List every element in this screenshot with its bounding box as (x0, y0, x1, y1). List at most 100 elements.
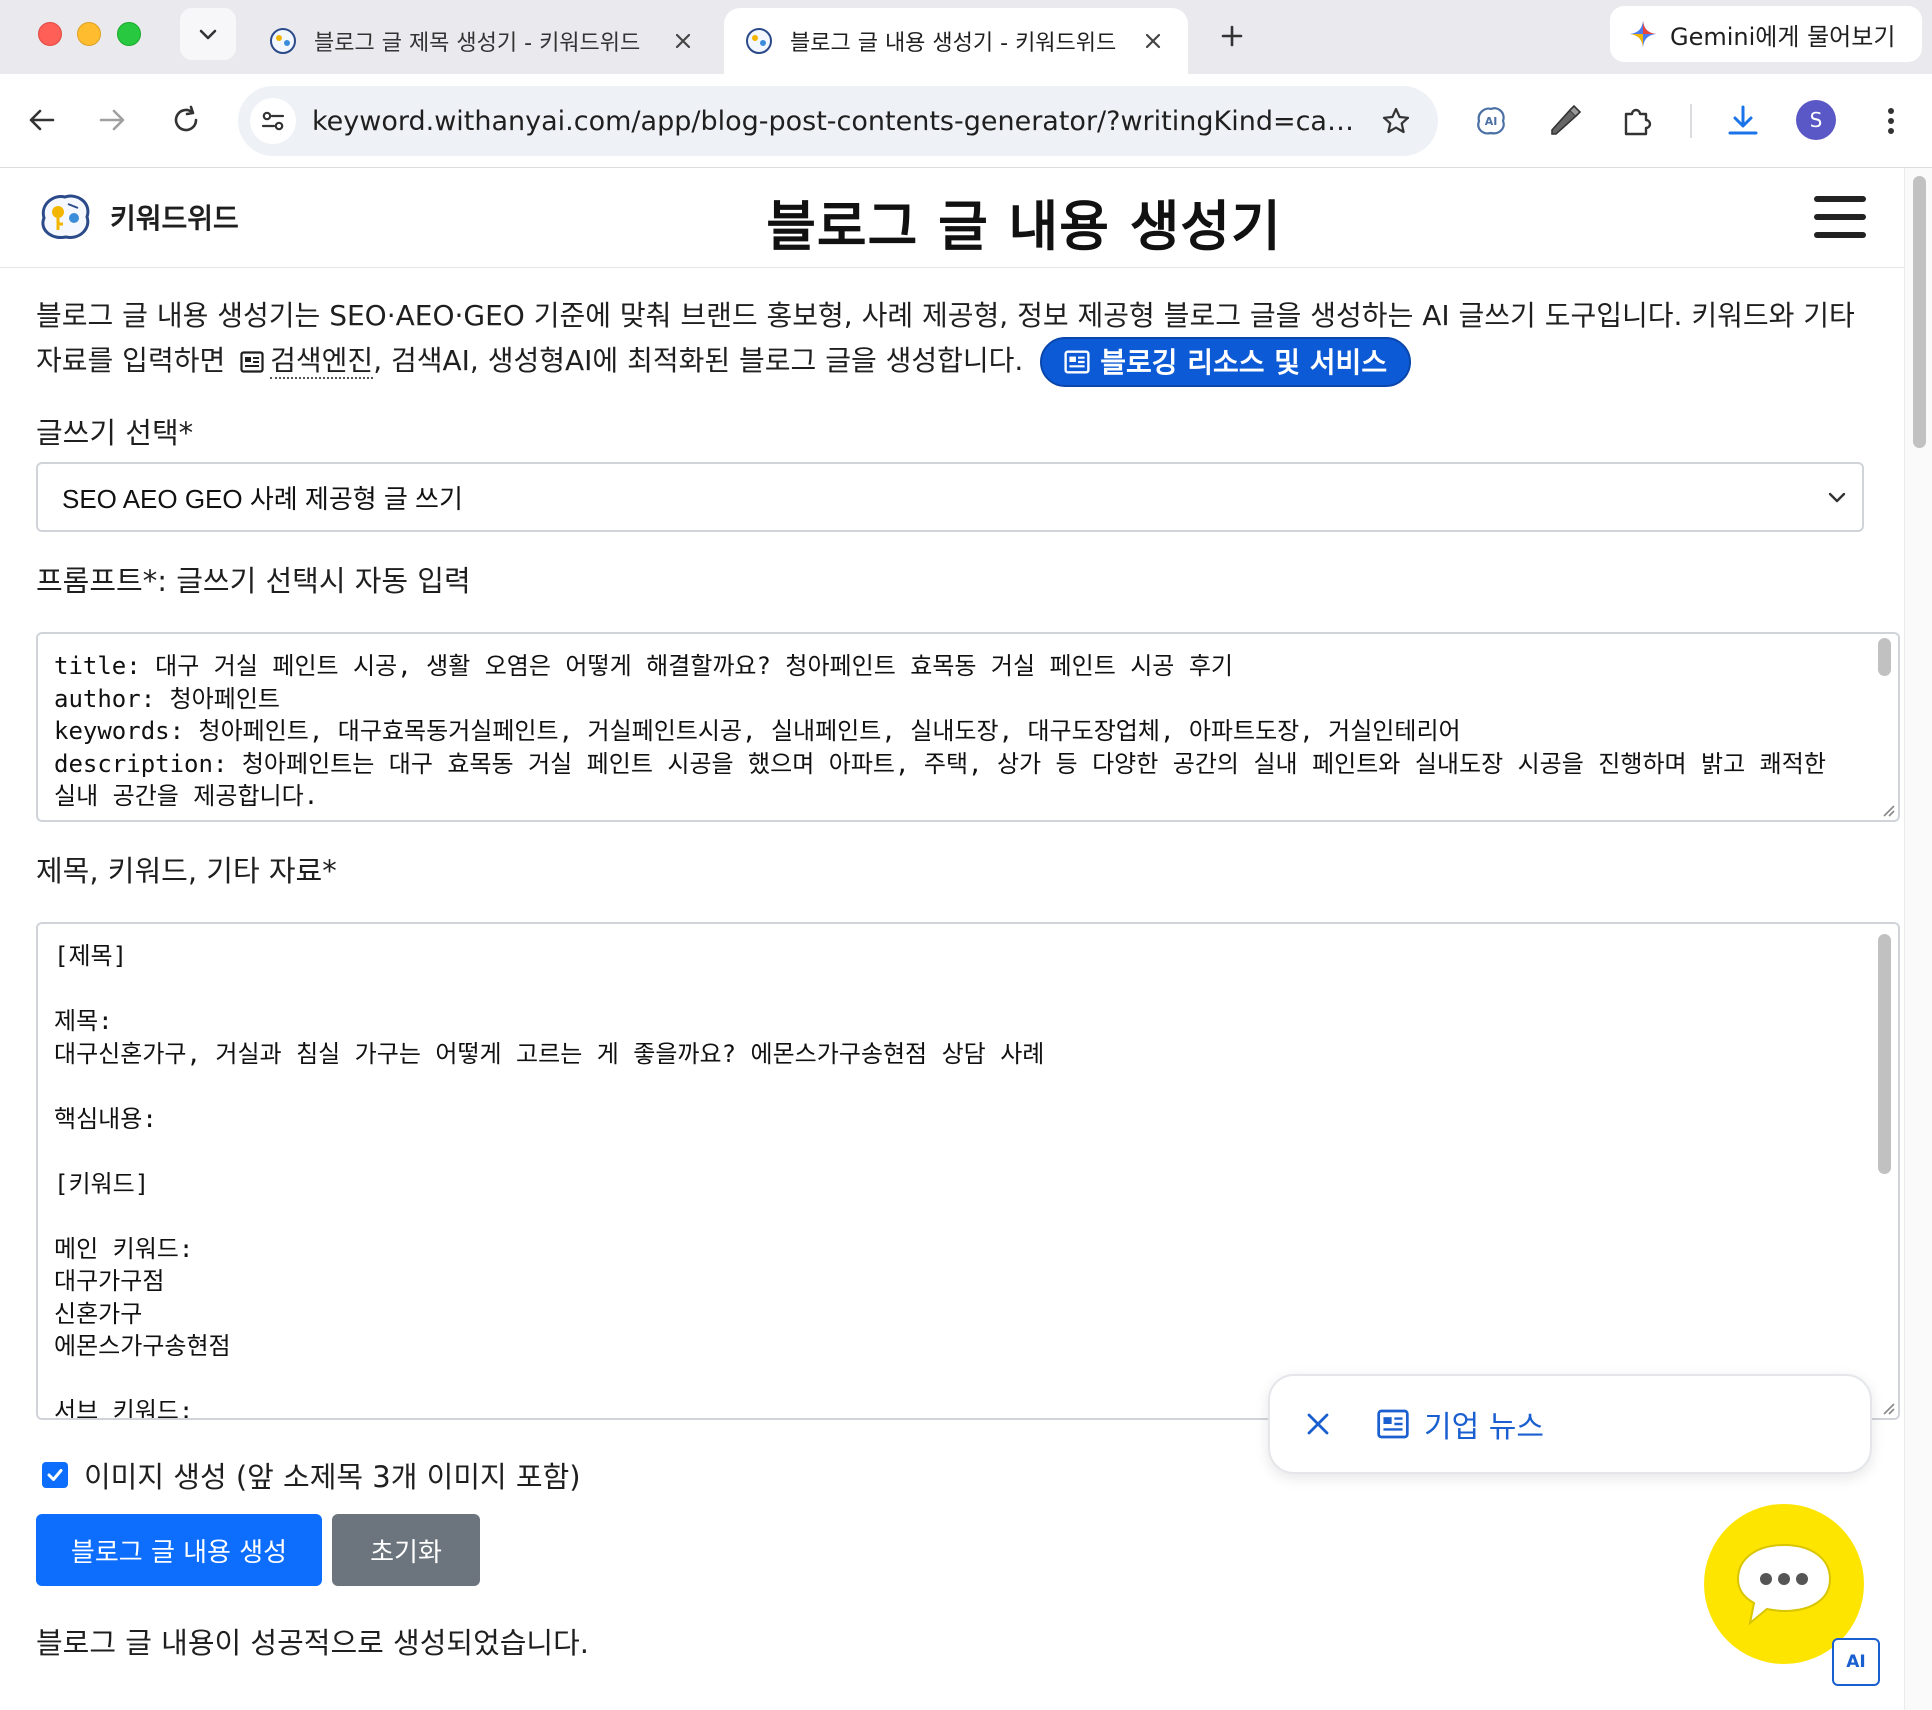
generate-content-button[interactable]: 블로그 글 내용 생성 (36, 1514, 322, 1586)
materials-line: ​ (54, 1200, 1838, 1233)
materials-scrollbar[interactable] (1874, 928, 1894, 1418)
reset-button[interactable]: 초기화 (332, 1514, 480, 1586)
downloads-button[interactable] (1718, 96, 1768, 146)
page-scrollbar-thumb[interactable] (1913, 176, 1926, 448)
materials-textarea[interactable]: [제목] ​ 제목: 대구신혼가구, 거실과 침실 가구는 어떻게 고르는 게 … (36, 922, 1900, 1420)
newspaper-icon (1064, 350, 1090, 374)
chevron-down-icon (1828, 492, 1846, 503)
image-generation-option[interactable]: 이미지 생성 (앞 소제목 3개 이미지 포함) (42, 1454, 581, 1496)
materials-line: 제목: (54, 1007, 113, 1035)
newspaper-icon (1377, 1409, 1409, 1439)
tab-title: 블로그 글 제목 생성기 - 키워드위드 (314, 31, 641, 56)
materials-line: 대구신혼가구, 거실과 침실 가구는 어떻게 고르는 게 좋을까요? 에몬스가구… (54, 1039, 1045, 1068)
extensions-button[interactable] (1612, 96, 1662, 146)
browser-tab-title-generator[interactable]: 블로그 글 제목 생성기 - 키워드위드 (248, 8, 718, 74)
prompt-scrollbar[interactable] (1874, 638, 1894, 818)
resize-handle-icon[interactable] (1878, 1398, 1896, 1416)
tune-icon (261, 111, 285, 131)
prompt-line: description: 청아페인트는 대구 효목동 거실 페인트 시공을 했으… (54, 749, 1841, 811)
hamburger-menu-button[interactable] (1814, 196, 1866, 238)
url-text[interactable]: keyword.withanyai.com/app/blog-post-cont… (312, 106, 1366, 137)
image-generation-checkbox[interactable] (42, 1462, 68, 1488)
plus-icon (1221, 25, 1243, 47)
blogging-resources-label: 블로깅 리소스 및 서비스 (1100, 345, 1388, 379)
ai-extension-button[interactable]: AI (1466, 96, 1516, 146)
materials-line: 에몬스가구송현점 (54, 1332, 231, 1360)
web-page: 키워드위드 블로그 글 내용 생성기 블로그 글 내용 생성기는 SEO·AEO… (0, 168, 1904, 1710)
materials-line: [키워드] (54, 1169, 150, 1198)
materials-line: ​ (54, 1135, 1838, 1168)
arrow-right-icon (99, 109, 125, 131)
tab-search-button[interactable] (180, 8, 236, 60)
ai-brain-icon: AI (1477, 107, 1505, 135)
window-close-button[interactable] (38, 22, 62, 46)
materials-line: ​ (54, 1070, 1838, 1103)
bookmark-button[interactable] (1376, 101, 1416, 141)
prompt-textarea[interactable]: title: 대구 거실 페인트 시공, 생활 오염은 어떻게 해결할까요? 청… (36, 632, 1900, 822)
gemini-button[interactable]: Gemini에게 물어보기 (1610, 6, 1922, 62)
page-title: 블로그 글 내용 생성기 (766, 195, 1282, 258)
checkmark-icon (47, 1469, 63, 1481)
close-icon (1307, 1413, 1329, 1435)
materials-line: [제목] (54, 942, 128, 970)
window-zoom-button[interactable] (117, 22, 141, 46)
image-generation-label: 이미지 생성 (앞 소제목 3개 이미지 포함) (84, 1460, 581, 1494)
writer-select-label: 글쓰기 선택* (36, 416, 194, 450)
brain-favicon-icon (746, 28, 772, 54)
pen-icon (1551, 104, 1582, 135)
chat-bubble-icon (1736, 1543, 1832, 1626)
tab-close-icon[interactable] (668, 26, 698, 56)
browser-toolbar: keyword.withanyai.com/app/blog-post-cont… (0, 74, 1932, 168)
address-bar[interactable]: keyword.withanyai.com/app/blog-post-cont… (238, 86, 1438, 156)
toolbar-divider (1690, 104, 1692, 138)
download-icon (1728, 105, 1758, 135)
ai-assistant-badge[interactable]: AI (1832, 1638, 1880, 1686)
svg-text:AI: AI (1485, 115, 1498, 128)
materials-line: 핵심내용: (54, 1104, 157, 1133)
materials-line: 신혼가구 (54, 1299, 143, 1328)
reload-button[interactable] (162, 96, 210, 144)
intro-text-after: , 검색AI, 생성형AI에 최적화된 블로그 글을 생성합니다. (373, 344, 1024, 377)
site-header: 키워드위드 블로그 글 내용 생성기 (0, 168, 1904, 268)
company-news-label[interactable]: 기업 뉴스 (1424, 1402, 1544, 1446)
forward-button[interactable] (88, 96, 136, 144)
writer-select[interactable]: SEO AEO GEO 사례 제공형 글 쓰기 (36, 462, 1864, 532)
browser-tab-contents-generator[interactable]: 블로그 글 내용 생성기 - 키워드위드 (724, 8, 1188, 74)
chevron-down-icon (199, 29, 217, 40)
prompt-label: 프롬프트*: 글쓰기 선택시 자동 입력 (36, 564, 471, 598)
company-news-popup[interactable]: 기업 뉴스 (1268, 1374, 1872, 1474)
new-tab-button[interactable] (1210, 14, 1254, 58)
newspaper-icon (240, 351, 264, 373)
prompt-line: author: 청아페인트 (54, 684, 280, 713)
gemini-label: Gemini에게 물어보기 (1670, 22, 1896, 51)
materials-line: 메인 키워드: (54, 1234, 194, 1263)
hamburger-icon (1814, 196, 1866, 202)
tab-close-icon[interactable] (1138, 26, 1168, 56)
browser-tabstrip: 블로그 글 제목 생성기 - 키워드위드 블로그 글 내용 생성기 - 키워드위… (0, 0, 1932, 74)
writer-select-value: SEO AEO GEO 사례 제공형 글 쓰기 (62, 483, 463, 514)
blogging-resources-button[interactable]: 블로깅 리소스 및 서비스 (1040, 337, 1412, 387)
more-vertical-icon (1888, 108, 1894, 134)
profile-avatar[interactable]: S (1796, 100, 1836, 140)
puzzle-icon (1624, 108, 1652, 136)
prompt-line: title: 대구 거실 페인트 시공, 생활 오염은 어떻게 해결할까요? 청… (54, 652, 1234, 680)
page-scrollbar[interactable] (1904, 168, 1932, 1710)
resize-handle-icon[interactable] (1878, 800, 1896, 818)
materials-line: 대구가구점 (54, 1267, 165, 1295)
browser-menu-button[interactable] (1866, 96, 1916, 146)
prompt-line: keywords: 청아페인트, 대구효목동거실페인트, 거실페인트시공, 실내… (54, 717, 1461, 745)
pen-extension-button[interactable] (1540, 96, 1590, 146)
search-engine-link[interactable]: 검색엔진 (270, 344, 374, 379)
materials-line: ​ (54, 973, 1838, 1006)
intro-paragraph: 블로그 글 내용 생성기는 SEO·AEO·GEO 기준에 맞춰 브랜드 홍보형… (36, 294, 1866, 387)
window-minimize-button[interactable] (77, 22, 101, 46)
site-info-button[interactable] (250, 98, 296, 144)
back-button[interactable] (18, 96, 66, 144)
gemini-sparkle-icon (1630, 21, 1656, 47)
materials-label: 제목, 키워드, 기타 자료* (36, 854, 337, 888)
reload-icon (174, 105, 198, 132)
popup-close-button[interactable] (1298, 1404, 1338, 1444)
tab-title: 블로그 글 내용 생성기 - 키워드위드 (790, 31, 1117, 56)
brain-favicon-icon (270, 28, 296, 54)
arrow-left-icon (29, 109, 55, 131)
